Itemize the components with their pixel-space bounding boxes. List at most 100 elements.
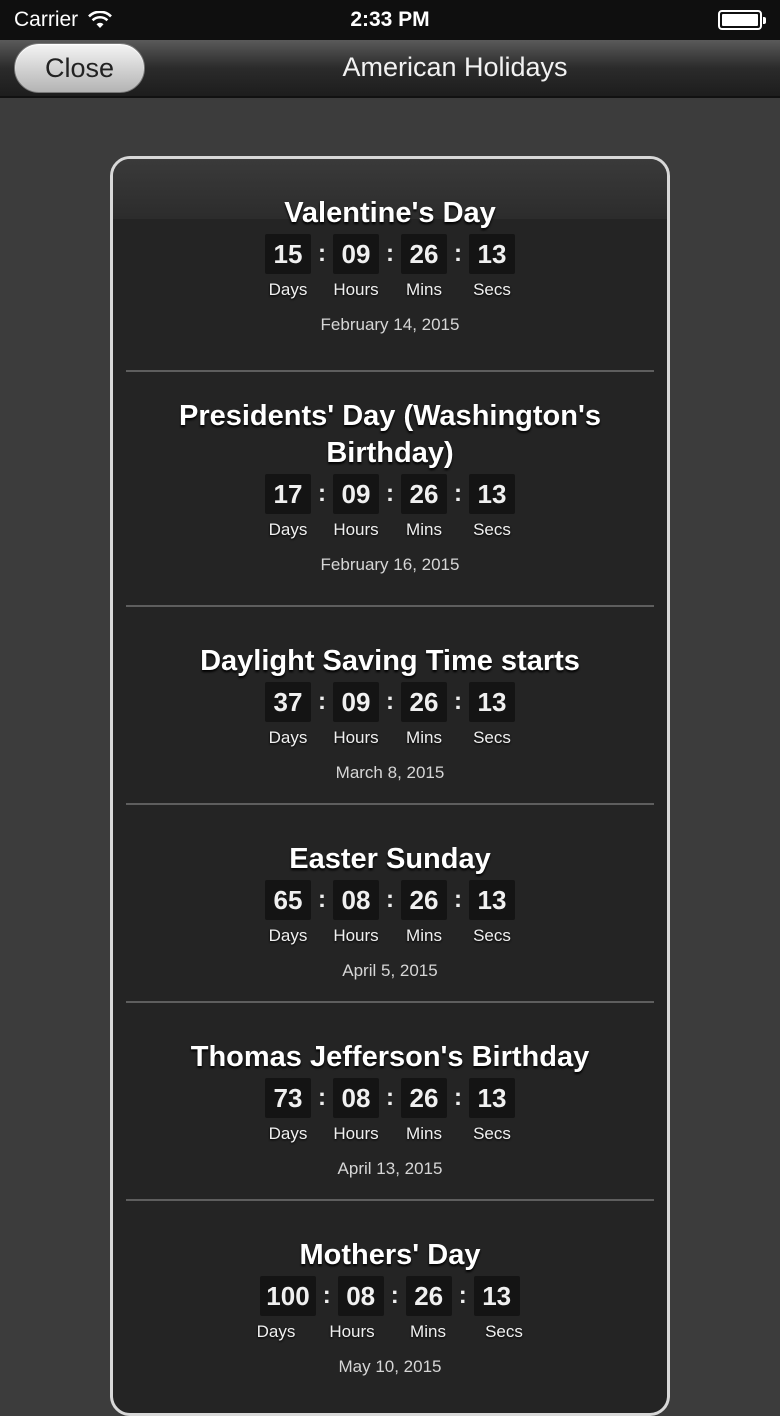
- unit-labels: Days Hours Mins Secs: [254, 926, 526, 946]
- countdown: 17 : 09 : 26 : 13: [265, 474, 515, 514]
- days-label: Days: [268, 926, 308, 945]
- hours-label: Hours: [333, 280, 379, 299]
- hours-value: 08: [333, 1078, 379, 1118]
- secs-value: 13: [469, 234, 515, 274]
- holiday-date: April 5, 2015: [342, 961, 438, 980]
- separator: :: [386, 480, 394, 507]
- holiday-date: May 10, 2015: [338, 1357, 442, 1376]
- separator: :: [454, 240, 462, 267]
- hours-value: 09: [333, 682, 379, 722]
- hours-label: Hours: [333, 728, 379, 747]
- mins-label: Mins: [406, 926, 442, 945]
- days-label: Days: [256, 1322, 296, 1341]
- separator: :: [386, 886, 394, 913]
- battery-icon: [718, 10, 766, 30]
- unit-labels: Days Hours Mins Secs: [254, 728, 526, 748]
- hours-label: Hours: [329, 1322, 375, 1341]
- countdown: 100 : 08 : 26 : 13: [260, 1276, 520, 1316]
- wifi-icon: [88, 11, 113, 28]
- countdown: 73 : 08 : 26 : 13: [265, 1078, 515, 1118]
- secs-value: 13: [469, 682, 515, 722]
- carrier-label: Carrier: [14, 8, 79, 31]
- separator: :: [318, 240, 326, 267]
- separator: :: [318, 1084, 326, 1111]
- days-value: 15: [265, 234, 311, 274]
- secs-label: Secs: [473, 520, 511, 539]
- secs-value: 13: [473, 1276, 520, 1316]
- status-time: 2:33 PM: [350, 8, 430, 31]
- holiday-date: February 14, 2015: [320, 315, 460, 334]
- secs-label: Secs: [473, 280, 511, 299]
- separator: :: [454, 688, 462, 715]
- separator: :: [386, 240, 394, 267]
- unit-labels: Days Hours Mins Secs: [254, 280, 526, 300]
- hours-value: 09: [333, 234, 379, 274]
- holiday-date: April 13, 2015: [337, 1159, 443, 1178]
- holiday-date: February 16, 2015: [320, 555, 460, 574]
- separator: :: [454, 1084, 462, 1111]
- hours-label: Hours: [333, 520, 379, 539]
- page-title: American Holidays: [342, 51, 568, 82]
- mins-value: 26: [401, 1078, 447, 1118]
- secs-value: 13: [469, 880, 515, 920]
- mins-label: Mins: [410, 1322, 446, 1341]
- separator: :: [386, 688, 394, 715]
- mins-label: Mins: [406, 728, 442, 747]
- separator: :: [322, 1282, 331, 1309]
- hours-value: 09: [333, 474, 379, 514]
- separator: :: [318, 886, 326, 913]
- separator: :: [454, 886, 462, 913]
- holiday-row: Easter Sunday 65 : 08 : 26 : 13 Days Hou…: [126, 805, 654, 1003]
- unit-labels: Days Hours Mins Secs: [254, 1124, 526, 1144]
- holiday-name: Daylight Saving Time starts: [200, 645, 580, 677]
- secs-label: Secs: [485, 1322, 523, 1341]
- navigation-bar: Close American Holidays: [0, 40, 780, 98]
- days-label: Days: [268, 520, 308, 539]
- unit-labels: Days Hours Mins Secs: [238, 1322, 542, 1342]
- days-value: 73: [265, 1078, 311, 1118]
- holiday-row: Presidents' Day (Washington's Birthday) …: [126, 372, 654, 607]
- secs-label: Secs: [473, 728, 511, 747]
- holiday-name: Valentine's Day: [284, 197, 496, 229]
- holiday-date: March 8, 2015: [335, 763, 445, 782]
- days-label: Days: [268, 280, 308, 299]
- hours-value: 08: [333, 880, 379, 920]
- countdown: 37 : 09 : 26 : 13: [265, 682, 515, 722]
- status-bar: Carrier 2:33 PM: [0, 0, 780, 40]
- hours-label: Hours: [333, 1124, 379, 1143]
- mins-label: Mins: [406, 520, 442, 539]
- holiday-list[interactable]: Valentine's Day 15 : 09 : 26 : 13 Days H…: [110, 156, 670, 1416]
- hours-label: Hours: [333, 926, 379, 945]
- holiday-name: Thomas Jefferson's Birthday: [190, 1041, 590, 1073]
- days-label: Days: [268, 728, 308, 747]
- countdown: 15 : 09 : 26 : 13: [265, 234, 515, 274]
- days-value: 65: [265, 880, 311, 920]
- mins-label: Mins: [406, 280, 442, 299]
- separator: :: [318, 480, 326, 507]
- holiday-row: Valentine's Day 15 : 09 : 26 : 13 Days H…: [126, 159, 654, 372]
- holiday-name: Mothers' Day: [299, 1239, 481, 1271]
- holiday-name: Easter Sunday: [289, 843, 491, 875]
- secs-label: Secs: [473, 1124, 511, 1143]
- days-value: 100: [260, 1276, 316, 1316]
- days-label: Days: [268, 1124, 308, 1143]
- secs-value: 13: [469, 474, 515, 514]
- unit-labels: Days Hours Mins Secs: [254, 520, 526, 540]
- separator: :: [390, 1282, 399, 1309]
- mins-value: 26: [401, 234, 447, 274]
- holiday-row: Thomas Jefferson's Birthday 73 : 08 : 26…: [126, 1003, 654, 1201]
- holiday-row: Daylight Saving Time starts 37 : 09 : 26…: [126, 607, 654, 805]
- separator: :: [318, 688, 326, 715]
- separator: :: [454, 480, 462, 507]
- holiday-name: Presidents' Day (Washington's Birthday): [178, 400, 601, 469]
- hours-value: 08: [337, 1276, 384, 1316]
- close-button[interactable]: Close: [14, 43, 145, 93]
- separator: :: [386, 1084, 394, 1111]
- secs-label: Secs: [473, 926, 511, 945]
- mins-value: 26: [401, 682, 447, 722]
- secs-value: 13: [469, 1078, 515, 1118]
- mins-value: 26: [401, 474, 447, 514]
- countdown: 65 : 08 : 26 : 13: [265, 880, 515, 920]
- mins-value: 26: [401, 880, 447, 920]
- holiday-row: Mothers' Day 100 : 08 : 26 : 13 Days Hou…: [126, 1201, 654, 1399]
